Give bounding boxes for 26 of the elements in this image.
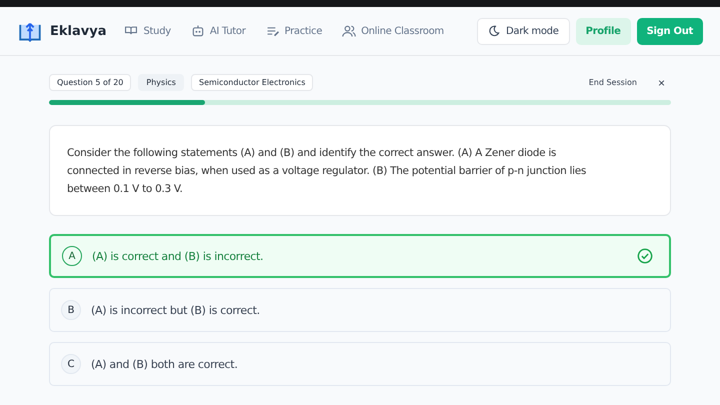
answer-option[interactable]: A (A) is correct and (B) is incorrect. <box>49 234 671 278</box>
tag: Semiconductor Electronics <box>190 74 314 91</box>
nav-link[interactable]: AI Tutor <box>190 24 246 38</box>
option-letter: C <box>61 354 81 374</box>
option-text: (A) is correct and (B) is incorrect. <box>92 250 264 262</box>
nav-link[interactable]: Online Classroom <box>342 24 444 38</box>
answer-option[interactable]: B (A) is incorrect but (B) is correct. <box>49 288 671 332</box>
dark-mode-button[interactable]: Dark mode <box>477 18 570 44</box>
nav-link[interactable]: Practice <box>266 24 322 38</box>
question-text: Consider the following statements (A) and (B) and identify the correct answer. (A) A Zener diode is connected in reverse bias, when used as a voltage regulator. (B) The potential barrier of p-n junction lies between 0.1 V to 0.3 V. <box>67 146 588 197</box>
brand-name[interactable]: Eklavya <box>50 24 106 38</box>
option-text: (A) and (B) both are correct. <box>91 358 238 370</box>
close-button[interactable]: × <box>652 76 671 90</box>
answer-option[interactable]: C (A) and (B) both are correct. <box>49 342 671 386</box>
tag: Physics <box>138 74 184 91</box>
end-session-link[interactable]: End Session <box>588 78 637 87</box>
check-circle-icon <box>637 248 653 264</box>
robot-icon <box>190 24 205 38</box>
users-icon <box>342 24 356 38</box>
nav-link[interactable]: Study <box>124 24 171 38</box>
option-letter: B <box>61 300 81 320</box>
tag: Question 5 of 20 <box>49 74 132 91</box>
option-text: (A) is incorrect but (B) is correct. <box>91 304 260 316</box>
option-letter: A <box>62 246 82 266</box>
moon-icon <box>488 25 500 37</box>
book-logo-icon <box>19 20 41 42</box>
